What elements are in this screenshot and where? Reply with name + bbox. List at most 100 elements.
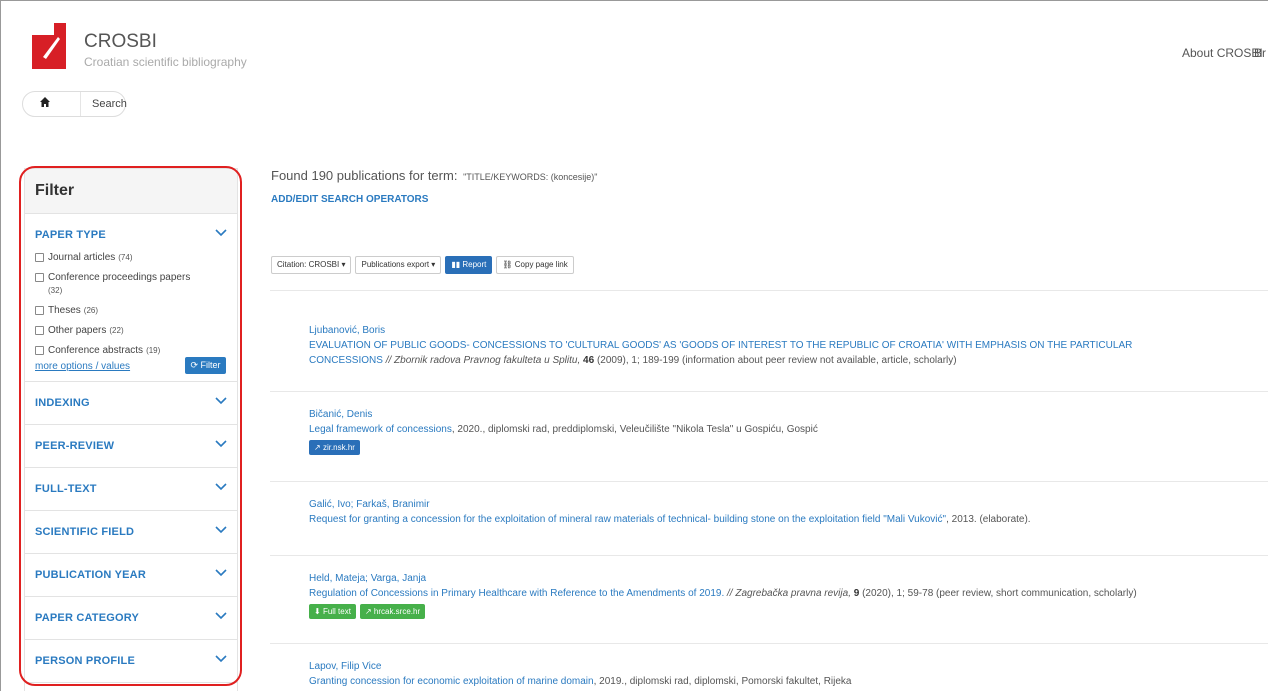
search-term: "TITLE/KEYWORDS: (koncesije)" <box>463 172 598 182</box>
divider <box>270 481 1268 482</box>
filter-section-peer-review[interactable]: PEER-REVIEW <box>25 425 237 468</box>
chevron-down-icon[interactable] <box>215 439 227 449</box>
publications-export-dropdown[interactable]: Publications export ▾ <box>355 256 442 274</box>
option-count: (74) <box>118 253 133 262</box>
copy-page-link-button[interactable]: ⛓ Copy page link <box>496 256 574 274</box>
option-journal-articles[interactable]: Journal articles (74) <box>35 251 225 264</box>
item-title[interactable]: Granting concession for economic exploit… <box>309 676 594 687</box>
crosbi-logo-icon[interactable] <box>32 23 66 69</box>
divider <box>270 555 1268 556</box>
report-button[interactable]: ▮▮ Report <box>445 256 493 274</box>
divider <box>270 290 1268 291</box>
checkbox[interactable] <box>35 346 44 355</box>
item-title[interactable]: EVALUATION OF PUBLIC GOODS- CONCESSIONS … <box>309 338 1268 353</box>
link-icon: ⛓ <box>502 260 515 269</box>
filter-section-paper-type: PAPER TYPE Journal articles (74) Conferen… <box>25 214 237 382</box>
external-link-icon: ↗ <box>314 443 323 452</box>
divider <box>270 643 1268 644</box>
logo-subtitle: Croatian scientific bibliography <box>84 55 247 69</box>
filter-title: Filter <box>25 169 237 214</box>
checkbox[interactable] <box>35 253 44 262</box>
item-details: , 2019., diplomski rad, diplomski, Pomor… <box>593 676 852 687</box>
breadcrumb-current[interactable]: Search <box>92 98 127 110</box>
option-conference-abstracts[interactable]: Conference abstracts (19) <box>35 344 225 357</box>
option-label: Conference abstracts <box>48 345 144 356</box>
filter-section-indexing[interactable]: INDEXING <box>25 382 237 425</box>
chevron-down-icon[interactable] <box>215 482 227 492</box>
breadcrumb-separator <box>80 92 81 116</box>
citation-dropdown[interactable]: Citation: CROSBI ▾ <box>271 256 352 274</box>
more-options-link[interactable]: more options / values <box>35 361 130 372</box>
option-count: (22) <box>109 326 124 335</box>
item-title[interactable]: Request for granting a concession for th… <box>309 514 946 525</box>
option-label: Other papers <box>48 325 107 336</box>
item-details: , 2020., diplomski rad, preddiplomski, V… <box>451 424 818 435</box>
filter-section-full-text[interactable]: FULL-TEXT <box>25 468 237 511</box>
item-title[interactable]: Regulation of Concessions in Primary Hea… <box>309 588 724 599</box>
item-volume: 9 <box>853 588 860 599</box>
checkbox[interactable] <box>35 306 44 315</box>
filter-section-paper-category[interactable]: PAPER CATEGORY <box>25 597 237 640</box>
nav-partial-link[interactable]: Br <box>1254 46 1266 60</box>
option-count: (19) <box>146 346 161 355</box>
filter-section-publication-year[interactable]: PUBLICATION YEAR <box>25 554 237 597</box>
item-authors[interactable]: Ljubanović, Boris <box>309 323 1268 338</box>
chevron-down-icon[interactable] <box>215 654 227 664</box>
chevron-down-icon[interactable] <box>215 611 227 621</box>
item-details: , 2013. (elaborate). <box>946 514 1031 525</box>
checkbox[interactable] <box>35 326 44 335</box>
publication-item-4: 4. Held, Mateja; Varga, Janja Regulation… <box>309 571 1268 619</box>
found-label: Found 190 publications for term: <box>271 168 458 183</box>
results-toolbar: Citation: CROSBI ▾ Publications export ▾… <box>271 256 574 274</box>
chevron-down-icon[interactable] <box>215 396 227 406</box>
option-conference-proceedings[interactable]: Conference proceedings papers (32) <box>35 271 225 297</box>
link-label: zir.nsk.hr <box>322 443 355 452</box>
option-label: Conference proceedings papers <box>48 272 191 283</box>
option-count: (32) <box>48 286 63 295</box>
logo-title[interactable]: CROSBI <box>84 31 157 53</box>
section-title[interactable]: PERSON PROFILE <box>35 655 135 667</box>
section-title[interactable]: PUBLICATION YEAR <box>35 569 146 581</box>
option-label: Journal articles <box>48 252 116 263</box>
link-label: hrcak.srce.hr <box>373 607 421 616</box>
publication-item-2: 2. Bičanić, Denis Legal framework of con… <box>309 407 1268 455</box>
copy-label: Copy page link <box>514 260 568 269</box>
option-theses[interactable]: Theses (26) <box>35 304 225 317</box>
full-text-button[interactable]: ⬇ Full text <box>309 604 356 619</box>
item-volume: 46 <box>583 355 595 366</box>
chevron-down-icon[interactable] <box>215 568 227 578</box>
home-icon[interactable] <box>39 96 51 111</box>
publication-item-3: 3. Galić, Ivo; Farkaš, Branimir Request … <box>309 497 1268 527</box>
item-title[interactable]: Legal framework of concessions <box>309 424 452 435</box>
external-link-icon: ↗ <box>364 607 374 616</box>
section-title[interactable]: PEER-REVIEW <box>35 440 114 452</box>
option-other-papers[interactable]: Other papers (22) <box>35 324 225 337</box>
chevron-down-icon[interactable] <box>215 525 227 535</box>
item-authors[interactable]: Lapov, Filip Vice <box>309 659 1268 674</box>
chevron-down-icon[interactable] <box>215 228 227 238</box>
frame-left-border <box>0 0 1 691</box>
external-link-button[interactable]: ↗ hrcak.srce.hr <box>359 604 426 619</box>
section-title[interactable]: FULL-TEXT <box>35 483 97 495</box>
item-authors[interactable]: Galić, Ivo; Farkaš, Branimir <box>309 497 1268 512</box>
filter-section-scientific-field[interactable]: SCIENTIFIC FIELD <box>25 511 237 554</box>
download-icon: ⬇ <box>314 607 323 616</box>
item-authors[interactable]: Bičanić, Denis <box>309 407 1268 422</box>
section-title[interactable]: SCIENTIFIC FIELD <box>35 526 134 538</box>
report-label: Report <box>462 260 487 269</box>
publication-item-1: 1. Ljubanović, Boris EVALUATION OF PUBLI… <box>309 323 1268 368</box>
filter-button[interactable]: ⟳ Filter <box>185 357 226 374</box>
section-title[interactable]: PAPER CATEGORY <box>35 612 139 624</box>
item-journal: // Zbornik radova Pravnog fakulteta u Sp… <box>385 355 581 366</box>
section-title[interactable]: INDEXING <box>35 397 90 409</box>
option-label: Theses <box>48 305 81 316</box>
nav-about-link[interactable]: About CROSBI <box>1182 46 1263 60</box>
item-authors[interactable]: Held, Mateja; Varga, Janja <box>309 571 1268 586</box>
section-title[interactable]: PAPER TYPE <box>35 229 106 241</box>
item-title-cont[interactable]: CONCESSIONS <box>309 355 383 366</box>
add-edit-search-operators-link[interactable]: ADD/EDIT SEARCH OPERATORS <box>271 194 428 205</box>
option-count: (26) <box>83 306 99 315</box>
filter-section-person-profile[interactable]: PERSON PROFILE <box>25 640 237 683</box>
external-link-button[interactable]: ↗ zir.nsk.hr <box>309 440 360 455</box>
checkbox[interactable] <box>35 273 44 282</box>
